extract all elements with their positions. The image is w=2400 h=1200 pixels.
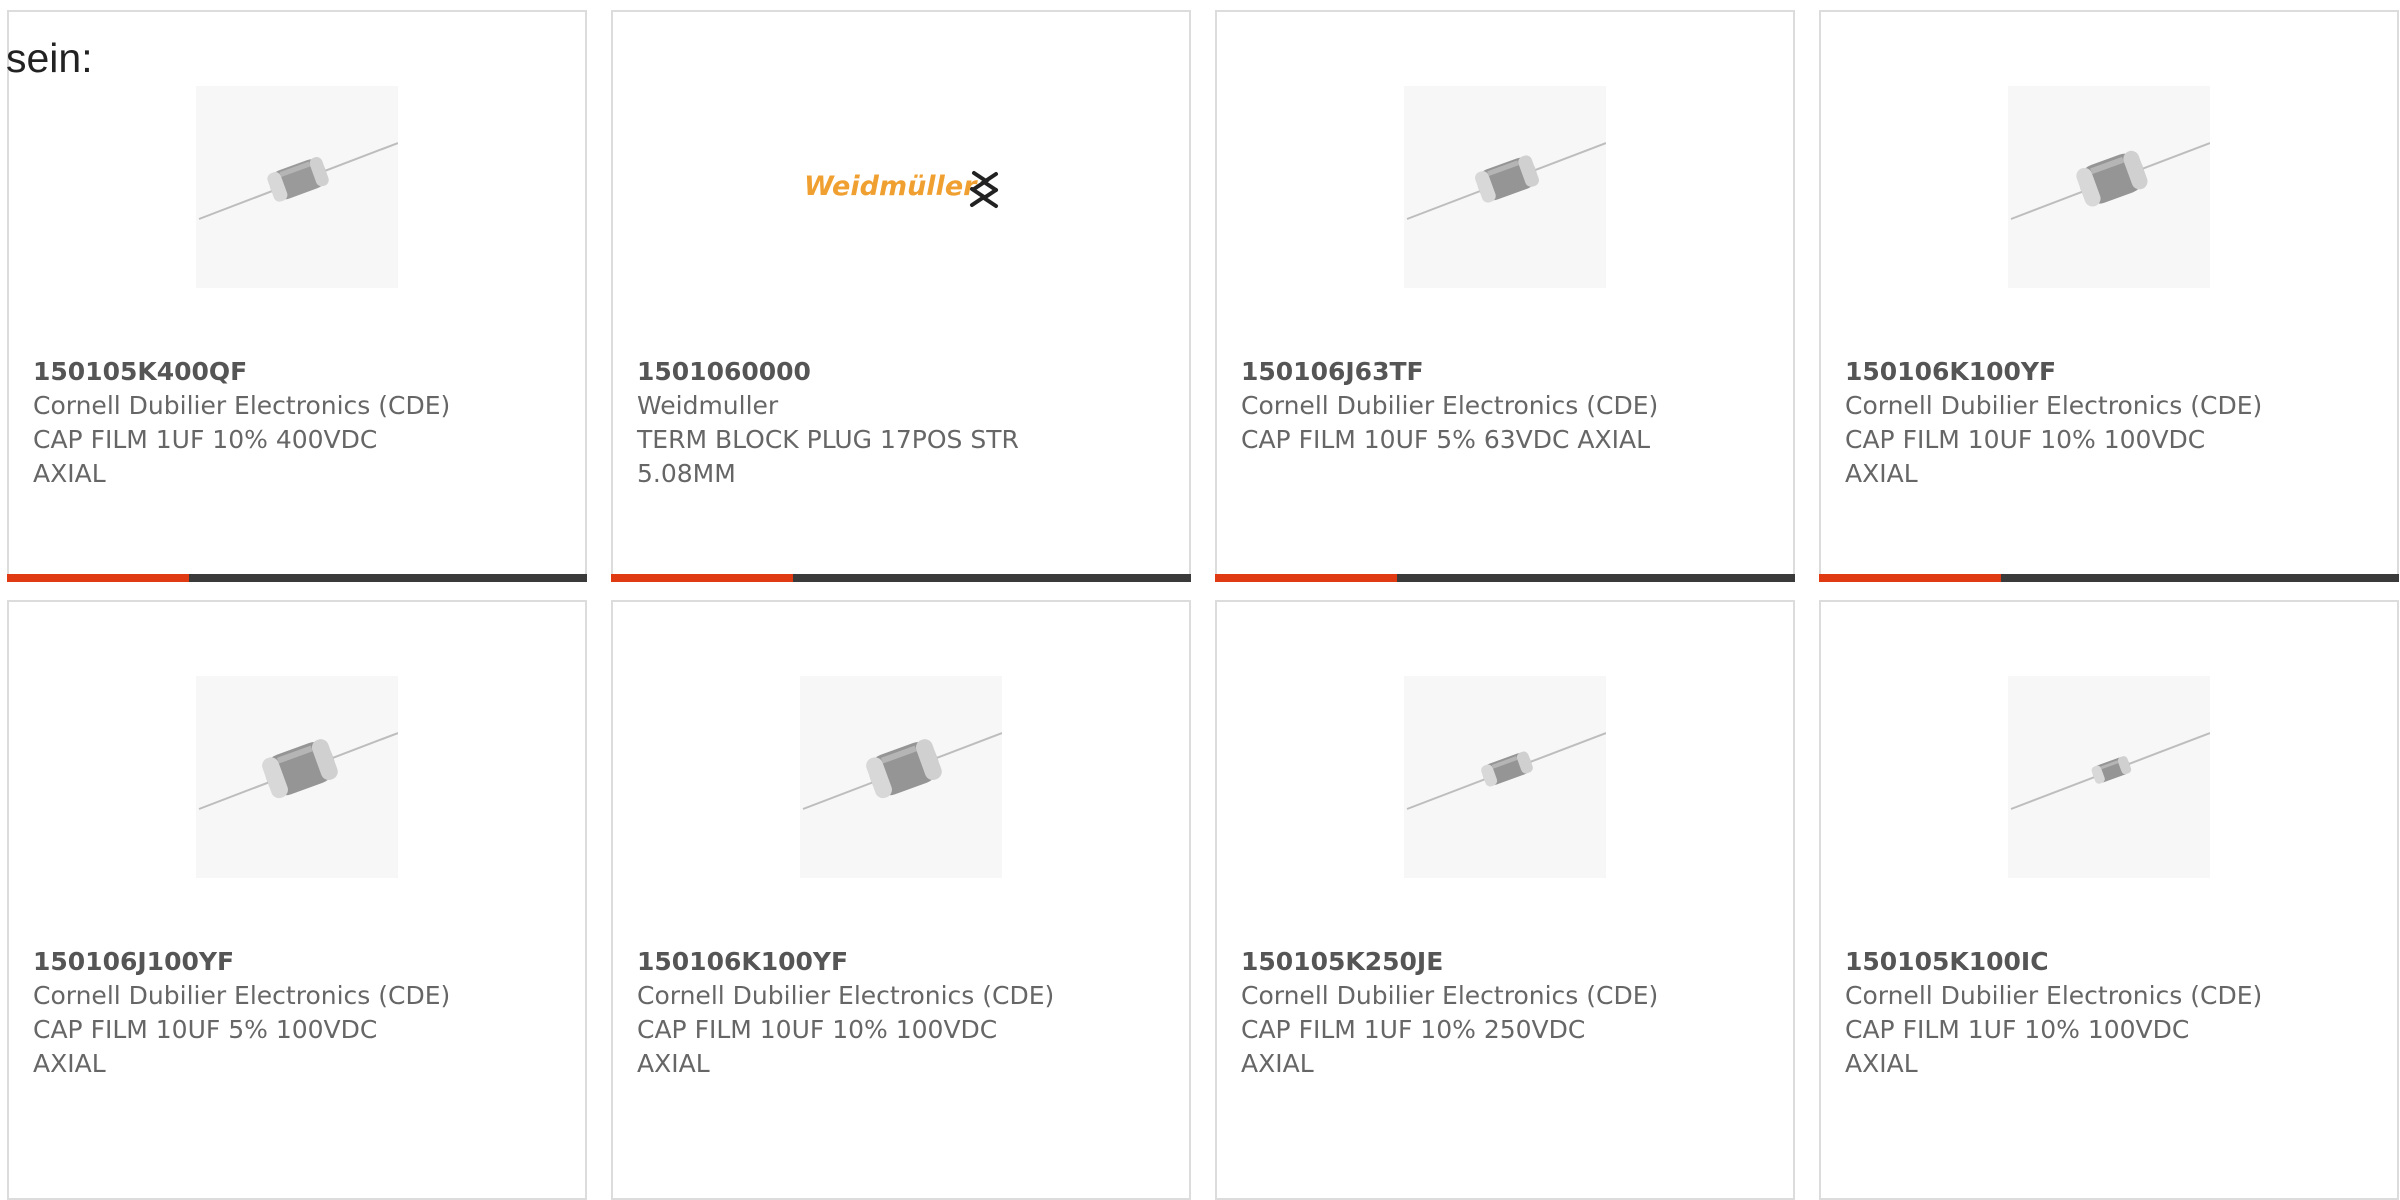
intro-text: sein: <box>6 35 93 81</box>
card-stripe-accent <box>1819 574 2001 582</box>
part-number[interactable]: 1501060000 <box>637 355 1077 389</box>
product-info: 150106J100YF Cornell Dubilier Electronic… <box>33 945 473 1081</box>
description: AXIAL <box>1845 1049 1918 1078</box>
product-info: 150105K250JE Cornell Dubilier Electronic… <box>1241 945 1681 1081</box>
weidmuller-logo: Weidmüller <box>800 86 1002 288</box>
product-info: 150105K100IC Cornell Dubilier Electronic… <box>1845 945 2285 1081</box>
product-card[interactable]: 150106J100YF Cornell Dubilier Electronic… <box>7 600 587 1200</box>
card-stripe <box>1819 574 2399 582</box>
product-card[interactable]: 150106K100YF Cornell Dubilier Electronic… <box>611 600 1191 1200</box>
manufacturer: Cornell Dubilier Electronics (CDE) <box>1845 981 2263 1010</box>
part-number[interactable]: 150106K100YF <box>637 945 1077 979</box>
description: CAP FILM 10UF 10% 100VDC <box>1845 425 2206 454</box>
logo-text: Weidmüller <box>804 171 978 202</box>
card-stripe <box>1215 574 1795 582</box>
product-info: 150106K100YF Cornell Dubilier Electronic… <box>1845 355 2285 491</box>
description: CAP FILM 1UF 10% 400VDC <box>33 425 378 454</box>
card-stripe-accent <box>7 574 189 582</box>
manufacturer: Cornell Dubilier Electronics (CDE) <box>1241 391 1659 420</box>
part-number[interactable]: 150105K250JE <box>1241 945 1681 979</box>
product-card[interactable]: 150105K100IC Cornell Dubilier Electronic… <box>1819 600 2399 1200</box>
axial-capacitor-icon <box>2008 676 2210 878</box>
part-number[interactable]: 150106J63TF <box>1241 355 1681 389</box>
card-stripe-accent <box>611 574 793 582</box>
description: AXIAL <box>33 1049 106 1078</box>
axial-capacitor-icon <box>196 86 398 288</box>
description: AXIAL <box>1241 1049 1314 1078</box>
part-number[interactable]: 150105K100IC <box>1845 945 2285 979</box>
product-info: 150106J63TF Cornell Dubilier Electronics… <box>1241 355 1681 457</box>
axial-capacitor-icon <box>196 676 398 878</box>
product-card[interactable]: 150106K100YF Cornell Dubilier Electronic… <box>1819 10 2399 582</box>
manufacturer: Cornell Dubilier Electronics (CDE) <box>637 981 1055 1010</box>
card-stripe <box>7 574 587 582</box>
manufacturer: Cornell Dubilier Electronics (CDE) <box>1845 391 2263 420</box>
manufacturer: Cornell Dubilier Electronics (CDE) <box>33 391 451 420</box>
axial-capacitor-icon <box>2008 86 2210 288</box>
description: CAP FILM 10UF 5% 63VDC AXIAL <box>1241 425 1651 454</box>
part-number[interactable]: 150106K100YF <box>1845 355 2285 389</box>
description: CAP FILM 10UF 10% 100VDC <box>637 1015 998 1044</box>
manufacturer: Cornell Dubilier Electronics (CDE) <box>33 981 451 1010</box>
manufacturer: Weidmuller <box>637 391 779 420</box>
axial-capacitor-icon <box>1404 676 1606 878</box>
axial-capacitor-icon <box>800 676 1002 878</box>
product-card[interactable]: Weidmüller 1501060000 Weidmuller TERM BL… <box>611 10 1191 582</box>
product-info: 150106K100YF Cornell Dubilier Electronic… <box>637 945 1077 1081</box>
part-number[interactable]: 150106J100YF <box>33 945 473 979</box>
description: AXIAL <box>1845 459 1918 488</box>
card-stripe <box>611 574 1191 582</box>
description: CAP FILM 1UF 10% 100VDC <box>1845 1015 2190 1044</box>
description: CAP FILM 10UF 5% 100VDC <box>33 1015 378 1044</box>
description: AXIAL <box>33 459 106 488</box>
product-info: 150105K400QF Cornell Dubilier Electronic… <box>33 355 473 491</box>
product-card[interactable]: 150105K400QF Cornell Dubilier Electronic… <box>7 10 587 582</box>
part-number[interactable]: 150105K400QF <box>33 355 473 389</box>
description: CAP FILM 1UF 10% 250VDC <box>1241 1015 1586 1044</box>
description: 5.08MM <box>637 459 736 488</box>
description: TERM BLOCK PLUG 17POS STR <box>637 425 1019 454</box>
manufacturer: Cornell Dubilier Electronics (CDE) <box>1241 981 1659 1010</box>
card-stripe-accent <box>1215 574 1397 582</box>
axial-capacitor-icon <box>1404 86 1606 288</box>
product-card[interactable]: 150106J63TF Cornell Dubilier Electronics… <box>1215 10 1795 582</box>
product-info: 1501060000 Weidmuller TERM BLOCK PLUG 17… <box>637 355 1077 491</box>
description: AXIAL <box>637 1049 710 1078</box>
product-card[interactable]: 150105K250JE Cornell Dubilier Electronic… <box>1215 600 1795 1200</box>
